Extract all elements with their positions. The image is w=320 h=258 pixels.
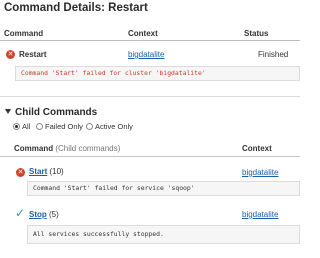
radio-all[interactable] — [13, 123, 20, 130]
command-name: Restart — [19, 50, 47, 59]
child-column-header-context: Context — [242, 144, 272, 153]
child-command-stop: Stop (5) — [29, 210, 59, 219]
collapse-caret-icon[interactable] — [5, 109, 11, 114]
status-text: Finished — [258, 50, 289, 59]
child-command-count: (5) — [49, 210, 59, 219]
context-link[interactable]: bigdatalite — [128, 50, 164, 59]
column-header-context: Context — [128, 29, 158, 38]
command-message: Command 'Start' failed for cluster 'bigd… — [15, 66, 300, 81]
child-header-command-label: Command — [14, 144, 54, 153]
filter-active-only[interactable]: Active Only — [86, 122, 133, 131]
child-command-count: (10) — [49, 167, 64, 176]
radio-failed-only[interactable] — [36, 123, 43, 130]
check-icon: ✓ — [15, 206, 26, 220]
child-context-link[interactable]: bigdatalite — [242, 210, 278, 219]
child-header-note: (Child commands) — [55, 144, 121, 153]
child-command-message: Command 'Start' failed for service 'sqoo… — [27, 181, 300, 196]
column-header-status: Status — [244, 29, 269, 38]
filter-all-label: All — [22, 122, 31, 131]
child-command-link[interactable]: Start — [29, 167, 47, 176]
filter-failed-label: Failed Only — [45, 122, 83, 131]
child-header-divider — [0, 156, 300, 157]
header-divider — [0, 40, 300, 41]
child-column-header-command: Command (Child commands) — [14, 144, 120, 153]
radio-active-only[interactable] — [86, 123, 93, 130]
column-header-command: Command — [4, 29, 44, 38]
filter-failed-only[interactable]: Failed Only — [36, 122, 83, 131]
error-icon: ✕ — [6, 50, 15, 59]
child-command-start: Start (10) — [29, 167, 64, 176]
child-command-message: All services successfully stopped. — [27, 225, 300, 244]
section-divider — [0, 96, 300, 97]
child-command-link[interactable]: Stop — [29, 210, 47, 219]
filter-active-label: Active Only — [95, 122, 133, 131]
filter-all[interactable]: All — [13, 122, 30, 131]
child-commands-title: Child Commands — [15, 107, 98, 118]
child-context-link[interactable]: bigdatalite — [242, 168, 278, 177]
error-icon: ✕ — [16, 168, 25, 177]
page-title: Command Details: Restart — [4, 2, 148, 14]
